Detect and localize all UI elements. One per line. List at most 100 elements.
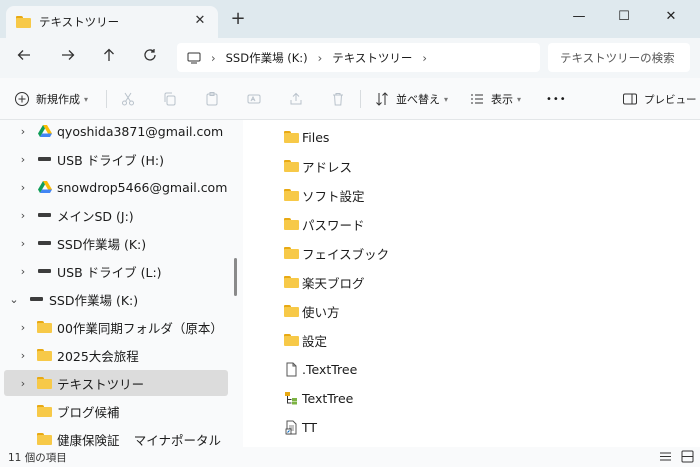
breadcrumb-drive[interactable]: SSD作業場 (K:) <box>226 50 308 66</box>
breadcrumb-separator-icon: › <box>422 50 427 65</box>
chevron-down-icon[interactable]: ⌄ <box>8 293 20 306</box>
folder-icon <box>284 131 299 143</box>
cut-icon[interactable] <box>120 91 136 107</box>
tree-item-texttree[interactable]: › テキストツリー <box>4 370 228 396</box>
google-drive-icon <box>38 125 52 137</box>
list-item[interactable]: TextTree <box>284 386 353 410</box>
file-name: パスワード <box>302 217 365 233</box>
tree-item-usb-l[interactable]: › USB ドライブ (L:) <box>4 258 228 284</box>
monitor-icon <box>187 52 201 63</box>
nav-scrollbar-thumb[interactable] <box>234 258 237 296</box>
chevron-right-icon[interactable]: › <box>17 349 29 362</box>
chevron-right-icon[interactable]: › <box>17 209 29 222</box>
forward-button[interactable] <box>56 46 80 70</box>
rename-icon[interactable] <box>246 91 262 107</box>
tab-active[interactable]: テキストツリー ✕ <box>6 6 218 38</box>
chevron-right-icon[interactable]: › <box>17 321 29 334</box>
list-item[interactable]: Files <box>284 125 329 149</box>
toolbar-divider <box>360 90 361 108</box>
refresh-button[interactable] <box>138 46 162 70</box>
command-bar: 新規作成 ▾ 並べ替え ▾ 表示 ▾ ••• プレビュー <box>0 78 700 120</box>
folder-icon <box>284 160 299 172</box>
chevron-right-icon[interactable]: › <box>17 265 29 278</box>
tree-item-label: USB ドライブ (L:) <box>57 264 162 280</box>
file-name: フェイスブック <box>302 246 390 262</box>
chevron-right-icon[interactable]: › <box>17 377 29 390</box>
copy-icon[interactable] <box>162 91 178 107</box>
new-button[interactable]: 新規作成 ▾ <box>14 89 88 109</box>
sort-button[interactable]: 並べ替え ▾ <box>374 89 448 109</box>
folder-icon <box>37 321 52 333</box>
chevron-down-icon: ▾ <box>517 94 522 104</box>
trash-icon[interactable] <box>330 91 346 107</box>
up-button[interactable] <box>97 46 121 70</box>
share-icon[interactable] <box>288 91 304 107</box>
tree-item-health-insurance[interactable]: 健康保険証 _ マイナポータル <box>4 426 228 447</box>
list-item[interactable]: 楽天ブログ <box>284 270 365 294</box>
paste-icon[interactable] <box>204 91 220 107</box>
sort-button-label: 並べ替え <box>396 93 440 106</box>
tree-item-ssd-k-expanded[interactable]: ⌄ SSD作業場 (K:) <box>4 286 228 312</box>
tree-item-label: テキストツリー <box>57 376 145 392</box>
details-view-icon[interactable] <box>659 450 672 463</box>
tree-item-sync-folder[interactable]: › 00作業同期フォルダ（原本） <box>4 314 228 340</box>
list-item[interactable]: 設定 <box>284 328 327 352</box>
tree-item-label: メインSD (J:) <box>57 208 134 224</box>
maximize-button[interactable]: ☐ <box>609 6 639 28</box>
chevron-right-icon[interactable]: › <box>17 181 29 194</box>
arrow-right-icon <box>62 50 75 60</box>
sort-icon <box>376 92 388 106</box>
folder-icon <box>37 433 52 445</box>
large-icons-view-icon[interactable] <box>681 450 694 463</box>
chevron-right-icon[interactable]: › <box>17 125 29 138</box>
preview-button[interactable]: プレビュー <box>622 89 697 109</box>
file-name: ソフト設定 <box>302 188 365 204</box>
folder-icon <box>284 334 299 346</box>
list-item[interactable]: ソフト設定 <box>284 183 365 207</box>
more-options-button[interactable]: ••• <box>546 89 567 109</box>
minimize-button[interactable]: — <box>564 6 594 28</box>
search-input[interactable]: テキストツリーの検索 <box>548 43 690 72</box>
folder-icon <box>284 305 299 317</box>
list-item[interactable]: アドレス <box>284 154 352 178</box>
drive-icon <box>38 213 51 217</box>
tree-item-blog-candidates[interactable]: ブログ候補 <box>4 398 228 424</box>
tree-item-gdrive-2[interactable]: › snowdrop5466@gmail.com <box>4 174 228 200</box>
drive-icon <box>38 241 51 245</box>
tree-item-gdrive-1[interactable]: › qyoshida3871@gmail.com <box>4 120 228 144</box>
tree-item-label: 健康保険証 _ マイナポータル <box>57 432 221 448</box>
tab-close-icon[interactable]: ✕ <box>192 13 208 29</box>
chevron-right-icon[interactable]: › <box>17 237 29 250</box>
tree-item-label: SSD作業場 (K:) <box>57 236 147 252</box>
back-button[interactable] <box>12 46 36 70</box>
file-name: アドレス <box>302 159 353 175</box>
chevron-right-icon[interactable]: › <box>17 153 29 166</box>
new-button-label: 新規作成 <box>36 93 80 106</box>
folder-icon <box>16 16 31 28</box>
folder-icon <box>37 405 52 417</box>
new-tab-button[interactable]: + <box>229 10 247 28</box>
arrow-left-icon <box>17 50 30 60</box>
file-name: .TextTree <box>302 361 358 377</box>
tree-item-main-sd[interactable]: › メインSD (J:) <box>4 202 228 228</box>
list-item[interactable]: TT <box>284 415 317 439</box>
view-button-label: 表示 <box>491 93 513 106</box>
address-bar[interactable]: › SSD作業場 (K:) › テキストツリー › <box>177 43 540 72</box>
title-bar: テキストツリー ✕ + — ☐ ✕ <box>0 0 700 38</box>
tree-item-label: SSD作業場 (K:) <box>49 292 139 308</box>
list-item[interactable]: フェイスブック <box>284 241 389 265</box>
tree-item-usb-h[interactable]: › USB ドライブ (H:) <box>4 146 228 172</box>
close-button[interactable]: ✕ <box>656 6 686 28</box>
view-button[interactable]: 表示 ▾ <box>469 89 521 109</box>
tree-item-2025-trip[interactable]: › 2025大会旅程 <box>4 342 228 368</box>
file-name: 設定 <box>302 333 328 349</box>
navigation-row: › SSD作業場 (K:) › テキストツリー › テキストツリーの検索 <box>0 38 700 78</box>
tab-title: テキストツリー <box>39 15 120 29</box>
breadcrumb-folder[interactable]: テキストツリー <box>332 50 412 66</box>
list-item[interactable]: パスワード <box>284 212 365 236</box>
breadcrumb-separator-icon: › <box>317 50 323 65</box>
chevron-down-icon: ▾ <box>84 94 89 104</box>
list-item[interactable]: 使い方 <box>284 299 340 323</box>
list-item[interactable]: .TextTree <box>284 357 357 381</box>
tree-item-ssd-k[interactable]: › SSD作業場 (K:) <box>4 230 228 256</box>
